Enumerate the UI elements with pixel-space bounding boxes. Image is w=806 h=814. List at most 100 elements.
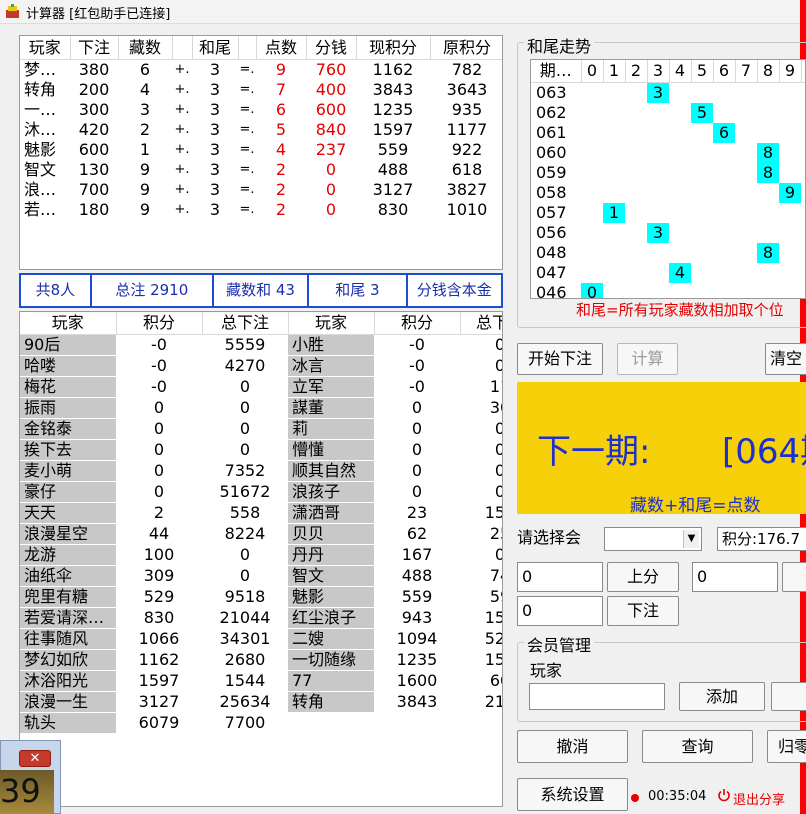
table-row[interactable]: 转角 200 4 +. 3 =. 7 400 3843 3643: [20, 80, 502, 100]
calculate-button[interactable]: 计算: [617, 343, 678, 375]
score-table[interactable]: 玩家积分总下注玩家积分总下注 90后-05559小胜-00哈喽-04270冰言-…: [19, 311, 503, 807]
trend-row[interactable]: 062 5 4: [531, 103, 805, 123]
table-row[interactable]: 沐… 420 2 +. 3 =. 5 840 1597 1177: [20, 120, 502, 140]
table-row[interactable]: 浪漫一生 3127 25634 转角 3843 218: [20, 691, 502, 713]
bet-amount-input[interactable]: 0: [517, 596, 603, 626]
table-row[interactable]: 90后 -0 5559 小胜 -0 0: [20, 334, 502, 356]
table-row[interactable]: 浪… 700 9 +. 3 =. 2 0 3127 3827: [20, 180, 502, 200]
table-row[interactable]: 智文 130 9 +. 3 =. 2 0 488 618: [20, 160, 502, 180]
trend-col-header[interactable]: 2: [625, 60, 648, 83]
trend-row[interactable]: 063 3 4: [531, 82, 805, 103]
table-row[interactable]: 梦幻如欣 1162 2680 一切随缘 1235 157: [20, 649, 502, 671]
table-row[interactable]: 轨头 6079 7700: [20, 712, 502, 734]
table-row[interactable]: 若… 180 9 +. 3 =. 2 0 830 1010: [20, 200, 502, 220]
add-member-button[interactable]: 添加: [679, 682, 765, 711]
trend-col-header[interactable]: 1: [603, 60, 626, 83]
add-score-button[interactable]: 上分: [607, 562, 679, 592]
table-row[interactable]: 哈喽 -0 4270 冰言 -0 0: [20, 355, 502, 377]
bet-col-header[interactable]: 玩家: [20, 36, 71, 60]
trend-cell: [735, 183, 757, 203]
bet-col-header[interactable]: 藏数: [118, 36, 173, 60]
deduct-score-button[interactable]: [782, 562, 806, 592]
trend-col-header[interactable]: 8: [757, 60, 780, 83]
system-settings-button[interactable]: 系统设置: [517, 778, 628, 811]
bet-col-header[interactable]: 分钱: [306, 36, 357, 60]
trend-row[interactable]: 057 1 0: [531, 203, 805, 223]
table-row[interactable]: 一… 300 3 +. 3 =. 6 600 1235 935: [20, 100, 502, 120]
table-row[interactable]: 油纸伞 309 0 智文 488 74: [20, 565, 502, 587]
trend-col-header[interactable]: 9: [779, 60, 802, 83]
score-col-header[interactable]: 总下注: [202, 312, 289, 335]
table-cell: 840: [315, 120, 347, 139]
trend-col-header[interactable]: 5: [691, 60, 714, 83]
table-row[interactable]: 麦小萌 0 7352 顺其自然 0 0: [20, 460, 502, 482]
bet-col-header[interactable]: 现积分: [356, 36, 431, 60]
trend-row[interactable]: 060 8 4: [531, 143, 805, 163]
power-icon[interactable]: [717, 788, 731, 802]
member-select[interactable]: ▼: [604, 527, 702, 551]
bet-col-header[interactable]: 原积分: [430, 36, 502, 60]
bet-col-header[interactable]: 下注: [70, 36, 119, 60]
clear-button[interactable]: 清空: [765, 343, 806, 375]
bet-col-header[interactable]: [238, 36, 257, 60]
table-row[interactable]: 梅花 -0 0 立军 -0 11: [20, 376, 502, 398]
table-row[interactable]: 金铭泰 0 0 莉 0 0: [20, 418, 502, 440]
trend-col-header[interactable]: [801, 60, 805, 83]
trend-col-header[interactable]: 7: [735, 60, 758, 83]
trend-row[interactable]: 059 8 4: [531, 163, 805, 183]
empty-cell: [356, 220, 430, 240]
trend-col-header[interactable]: 3: [647, 60, 670, 83]
player-name-cell: 浪漫一生: [20, 691, 116, 713]
table-cell: 943: [401, 608, 433, 627]
table-row[interactable]: 豪仔 0 51672 浪孩子 0 0: [20, 481, 502, 503]
score-col-header[interactable]: 玩家: [20, 312, 117, 335]
trend-row[interactable]: 046 0: [531, 283, 805, 298]
trend-col-header[interactable]: 4: [669, 60, 692, 83]
undo-button[interactable]: 撤消: [517, 730, 628, 763]
bet-col-header[interactable]: 点数: [256, 36, 307, 60]
table-row[interactable]: 天天 2 558 潇洒哥 23 150: [20, 502, 502, 524]
table-row[interactable]: 挨下去 0 0 懵懂 0 0: [20, 439, 502, 461]
trend-tail-cell: 4: [801, 243, 805, 263]
member-extra-button[interactable]: [771, 682, 806, 711]
score-col-header[interactable]: 积分: [116, 312, 203, 335]
trend-col-header[interactable]: 0: [581, 60, 604, 83]
table-row[interactable]: 兜里有糖 529 9518 魅影 559 59: [20, 586, 502, 608]
trend-row[interactable]: 061 6 4: [531, 123, 805, 143]
reset-button[interactable]: 归零: [767, 730, 806, 763]
trend-row[interactable]: 056 3 4: [531, 223, 805, 243]
trend-table[interactable]: 期…0123456789 063340625406164060840598405…: [530, 59, 806, 299]
bet-button[interactable]: 下注: [607, 596, 679, 626]
trend-row[interactable]: 048 8 4: [531, 243, 805, 263]
score-col-header[interactable]: 玩家: [288, 312, 375, 335]
chevron-down-icon[interactable]: ▼: [683, 530, 699, 548]
table-row[interactable]: 往事随风 1066 34301 二嫂 1094 529: [20, 628, 502, 650]
score-amount-input[interactable]: 0: [517, 562, 603, 592]
score-col-header[interactable]: 积分: [374, 312, 461, 335]
trend-col-header[interactable]: 期…: [531, 60, 582, 83]
table-row[interactable]: 龙游 100 0 丹丹 167 0: [20, 544, 502, 566]
start-bet-button[interactable]: 开始下注: [517, 343, 603, 375]
table-row[interactable]: 梦… 380 6 +. 3 =. 9 760 1162 782: [20, 60, 502, 81]
trend-row[interactable]: 047 4 4: [531, 263, 805, 283]
table-row[interactable]: 振雨 0 0 謀董 0 30: [20, 397, 502, 419]
bet-table[interactable]: 玩家 下注 藏数 和尾 点数 分钱 现积分 原积分 梦… 380 6 +. 3 =. 9 760 1162 78…: [19, 35, 503, 270]
trend-col-header[interactable]: 6: [713, 60, 736, 83]
split-mode[interactable]: 分钱含本金: [408, 275, 501, 306]
bet-col-header[interactable]: [172, 36, 193, 60]
score-col-header[interactable]: 总下注: [460, 312, 502, 335]
bet-col-header[interactable]: 和尾: [192, 36, 239, 60]
table-cell: -0: [409, 377, 425, 396]
trend-row[interactable]: 058 94: [531, 183, 805, 203]
table-row[interactable]: 魅影 600 1 +. 3 =. 4 237 559 922: [20, 140, 502, 160]
close-icon[interactable]: ✕: [19, 750, 51, 767]
trend-cell: [603, 223, 625, 243]
trend-cell: [647, 163, 669, 183]
table-row[interactable]: 沐浴阳光 1597 1544 77 1600 60: [20, 670, 502, 692]
player-name-input[interactable]: [529, 683, 665, 710]
query-button[interactable]: 查询: [642, 730, 753, 763]
deduct-amount-input[interactable]: 0: [692, 562, 778, 592]
exit-share-link[interactable]: 退出分享: [733, 789, 785, 808]
table-row[interactable]: 若爱请深… 830 21044 红尘浪子 943 155: [20, 607, 502, 629]
table-row[interactable]: 浪漫星空 44 8224 贝贝 62 25: [20, 523, 502, 545]
